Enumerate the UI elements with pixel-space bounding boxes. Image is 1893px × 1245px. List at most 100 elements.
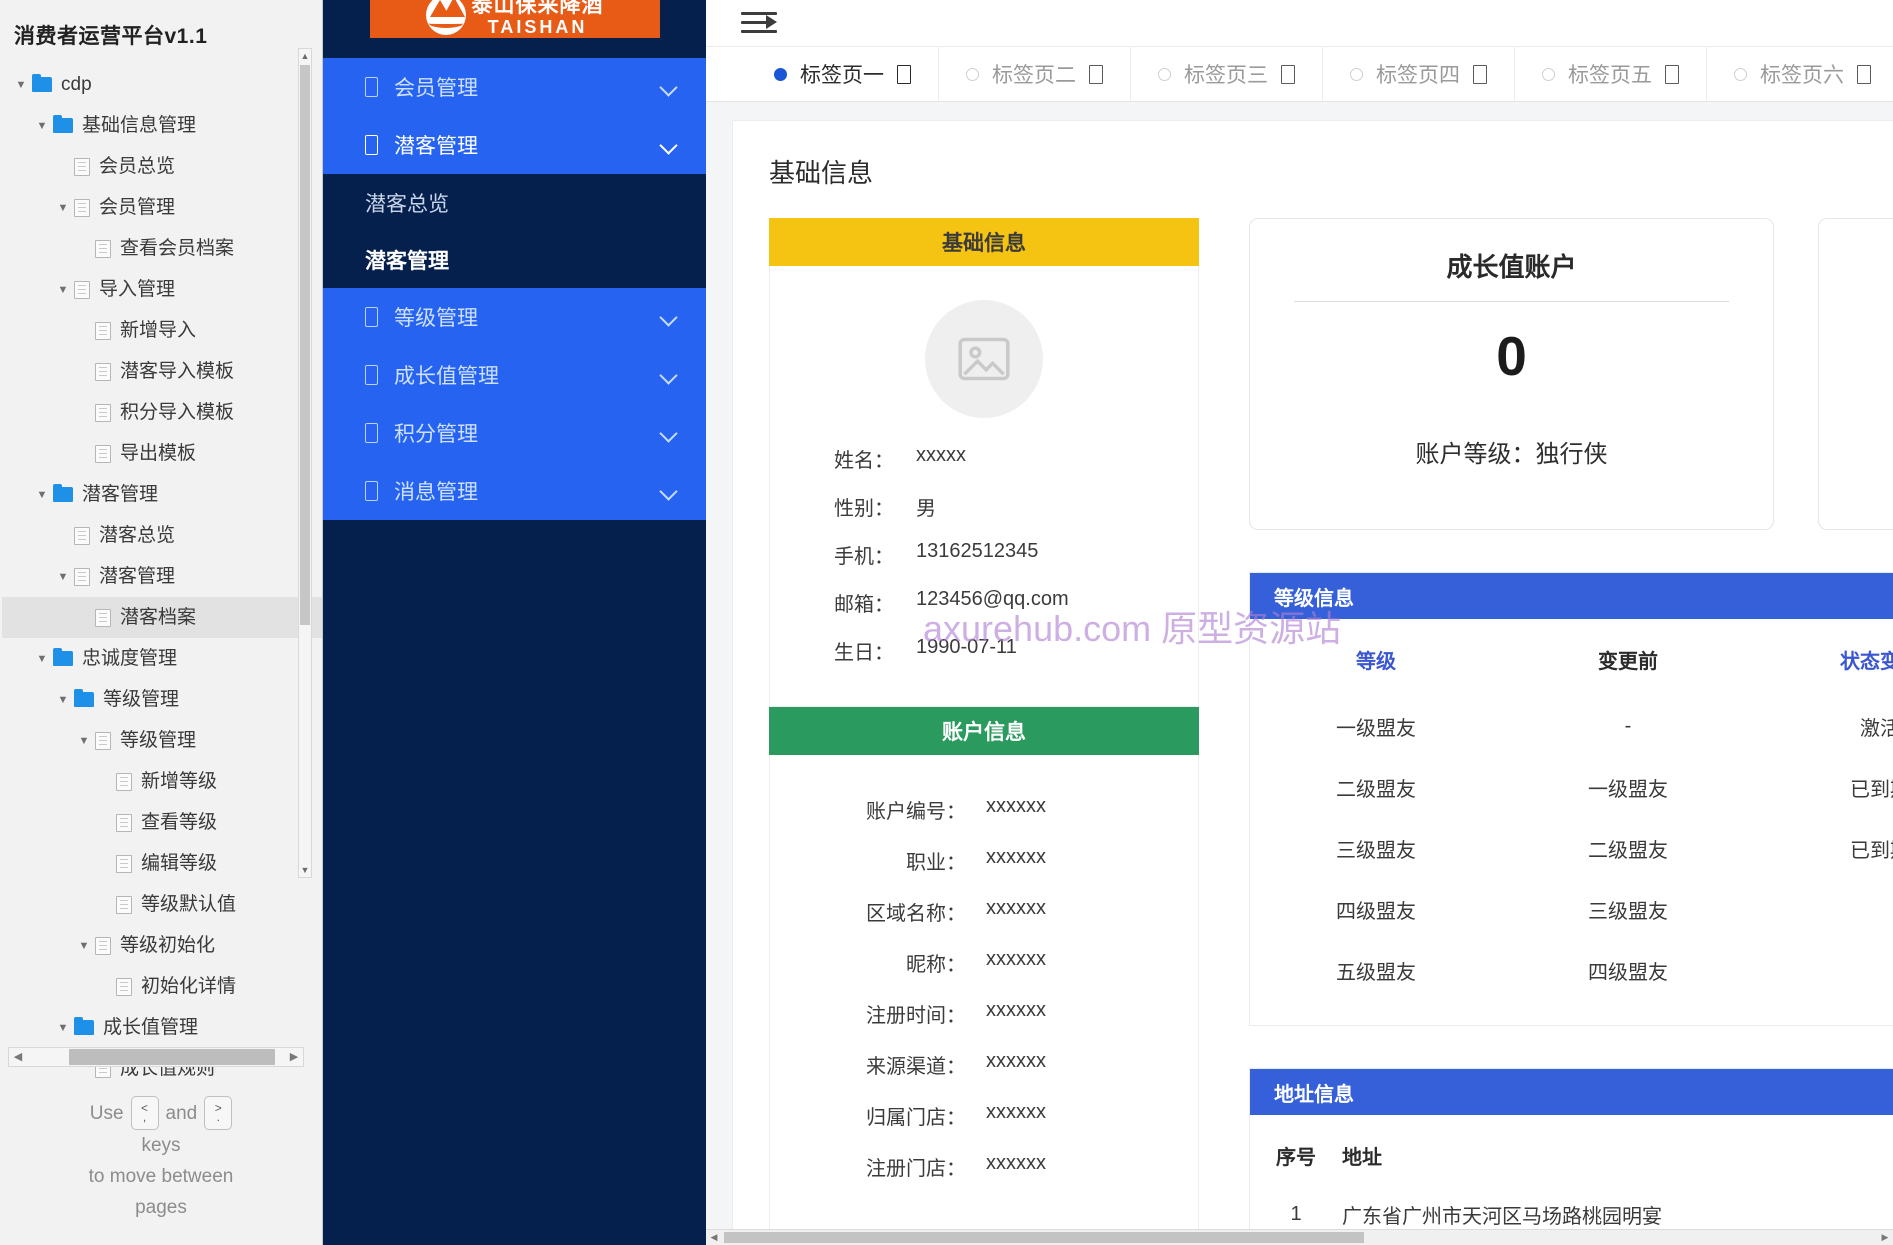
info-row-value: xxxxxx	[986, 999, 1046, 1021]
scroll-right-arrow-icon[interactable]: ▶	[285, 1048, 303, 1066]
tab-item[interactable]: 标签页三	[1131, 47, 1323, 101]
brand-name-en: TAISHAN	[487, 16, 588, 37]
tab-bar[interactable]: 标签页一 标签页二 标签页三 标签页四 标签页五 标签页六	[706, 47, 1893, 102]
chevron-down-icon[interactable]	[660, 78, 678, 96]
info-row-value: xxxxxx	[986, 1152, 1046, 1174]
nav-group-top[interactable]: 会员管理潜客管理	[323, 58, 706, 174]
folder-icon	[53, 484, 73, 502]
info-row: 归属门店： xxxxxx	[770, 1101, 1198, 1130]
table-cell: 三级盟友	[1588, 901, 1668, 923]
chevron-down-icon[interactable]: ▼	[52, 284, 74, 296]
nav-subitem[interactable]: 潜客总览	[323, 174, 706, 231]
nav-item[interactable]: 消息管理	[323, 462, 706, 520]
tab-item[interactable]: 标签页六	[1707, 47, 1893, 101]
chevron-down-icon[interactable]: ▼	[52, 571, 74, 583]
sitemap-node-label: 会员总览	[99, 156, 176, 177]
info-row-label: 昵称：	[906, 954, 966, 976]
tab-status-dot-icon	[966, 67, 979, 81]
chevron-down-icon[interactable]: ▼	[31, 653, 53, 665]
chevron-down-icon[interactable]	[660, 308, 678, 326]
sitemap-vertical-scrollbar[interactable]: ▲ ▼	[298, 48, 312, 878]
hamburger-collapse-icon[interactable]	[741, 10, 777, 36]
sitemap-node-label: 潜客总览	[99, 525, 176, 546]
sitemap-node[interactable]: ▼ 成长值管理	[2, 1007, 322, 1048]
tab-close-icon[interactable]	[1089, 64, 1103, 84]
menu-item-icon	[365, 423, 378, 443]
nav-item[interactable]: 积分管理	[323, 404, 706, 462]
chevron-down-icon[interactable]: ▼	[31, 489, 53, 501]
sitemap-horizontal-scrollbar[interactable]: ◀ ▶	[8, 1047, 304, 1067]
horizontal-scroll-thumb[interactable]	[69, 1049, 275, 1065]
sitemap-node[interactable]: ▼ 编辑等级	[2, 843, 322, 884]
chevron-down-icon[interactable]: ▼	[73, 940, 95, 952]
scroll-up-arrow-icon[interactable]: ▲	[299, 49, 311, 63]
chevron-down-icon[interactable]: ▼	[10, 79, 32, 91]
sitemap-node[interactable]: ▼查看等级	[2, 802, 322, 843]
chevron-down-icon[interactable]	[660, 482, 678, 500]
sitemap-node[interactable]: ▼ cdp	[2, 64, 322, 105]
sitemap-node[interactable]: ▼潜客总览	[2, 515, 322, 556]
scroll-down-arrow-icon[interactable]: ▼	[299, 863, 311, 877]
sitemap-node[interactable]: ▼会员总览	[2, 146, 322, 187]
tab-item[interactable]: 标签页五	[1515, 47, 1707, 101]
sitemap-node[interactable]: ▼ 忠诚度管理	[2, 638, 322, 679]
app-scroll-right-icon[interactable]: ▶	[1877, 1230, 1893, 1245]
chevron-down-icon[interactable]	[660, 366, 678, 384]
sitemap-tree[interactable]: ▼cdp▼基础信息管理▼会员总览▼会员管理▼查看会员档案▼导入管理▼新增导入▼潜…	[0, 64, 322, 1089]
sitemap-node[interactable]: ▼ 基础信息管理	[2, 105, 322, 146]
sitemap-node[interactable]: ▼潜客导入模板	[2, 351, 322, 392]
chevron-down-icon[interactable]: ▼	[52, 202, 74, 214]
table-header-row: 序号地址手机	[1250, 1115, 1893, 1190]
chevron-down-icon[interactable]: ▼	[73, 735, 95, 747]
chevron-down-icon[interactable]: ▼	[52, 1022, 74, 1034]
sitemap-node[interactable]: ▼ 潜客管理	[2, 556, 322, 597]
sitemap-node[interactable]: ▼ 会员管理	[2, 187, 322, 228]
vertical-scroll-thumb[interactable]	[300, 65, 310, 625]
table-cell: 已到期	[1850, 779, 1893, 801]
tab-item[interactable]: 标签页二	[939, 47, 1131, 101]
sitemap-node[interactable]: ▼新增等级	[2, 761, 322, 802]
chevron-down-icon[interactable]	[660, 424, 678, 442]
sitemap-node[interactable]: ▼导出模板	[2, 433, 322, 474]
tab-item[interactable]: 标签页四	[1323, 47, 1515, 101]
sitemap-node[interactable]: ▼积分导入模板	[2, 392, 322, 433]
nav-item[interactable]: 会员管理	[323, 58, 706, 116]
chevron-down-icon[interactable]: ▼	[52, 694, 74, 706]
sitemap-node[interactable]: ▼新增导入	[2, 310, 322, 351]
tab-close-icon[interactable]	[1473, 64, 1487, 84]
nav-item[interactable]: 等级管理	[323, 288, 706, 346]
sitemap-node[interactable]: ▼ 等级管理	[2, 720, 322, 761]
tab-close-icon[interactable]	[897, 64, 911, 84]
page-icon	[95, 444, 111, 463]
nav-subitem[interactable]: 潜客管理	[323, 231, 706, 288]
nav-submenu-qianke[interactable]: 潜客总览 潜客管理	[323, 174, 706, 288]
table-cell: -	[1624, 715, 1632, 737]
sitemap-node[interactable]: ▼初始化详情	[2, 966, 322, 1007]
sitemap-node[interactable]: ▼潜客档案	[2, 597, 322, 638]
app-horizontal-scroll-thumb[interactable]	[724, 1232, 1364, 1243]
right-column: 成长值账户 0 账户等级：独行侠 累计 过期	[1199, 218, 1893, 1245]
sitemap-node[interactable]: ▼等级默认值	[2, 884, 322, 925]
app-scroll-left-icon[interactable]: ◀	[706, 1230, 722, 1245]
tab-close-icon[interactable]	[1665, 64, 1679, 84]
scroll-left-arrow-icon[interactable]: ◀	[9, 1048, 27, 1066]
chevron-down-icon[interactable]	[660, 136, 678, 154]
nav-item-label: 潜客管理	[394, 135, 478, 158]
sitemap-node[interactable]: ▼ 潜客管理	[2, 474, 322, 515]
sitemap-node-label: 基础信息管理	[82, 115, 197, 136]
tab-close-icon[interactable]	[1281, 64, 1295, 84]
nav-item[interactable]: 成长值管理	[323, 346, 706, 404]
table-cell: 四级盟友	[1588, 962, 1668, 984]
app-horizontal-scrollbar[interactable]: ◀ ▶	[706, 1229, 1893, 1245]
tab-item[interactable]: 标签页一	[706, 47, 939, 101]
nav-group-bottom[interactable]: 等级管理 成长值管理 积分管理 消息管理	[323, 288, 706, 520]
info-row-value: xxxxx	[916, 444, 966, 466]
nav-item[interactable]: 潜客管理	[323, 116, 706, 174]
sitemap-node-label: 等级管理	[103, 689, 180, 710]
chevron-down-icon[interactable]: ▼	[31, 120, 53, 132]
tab-close-icon[interactable]	[1857, 64, 1871, 84]
sitemap-node[interactable]: ▼ 等级管理	[2, 679, 322, 720]
sitemap-node[interactable]: ▼查看会员档案	[2, 228, 322, 269]
sitemap-node[interactable]: ▼ 等级初始化	[2, 925, 322, 966]
sitemap-node[interactable]: ▼ 导入管理	[2, 269, 322, 310]
